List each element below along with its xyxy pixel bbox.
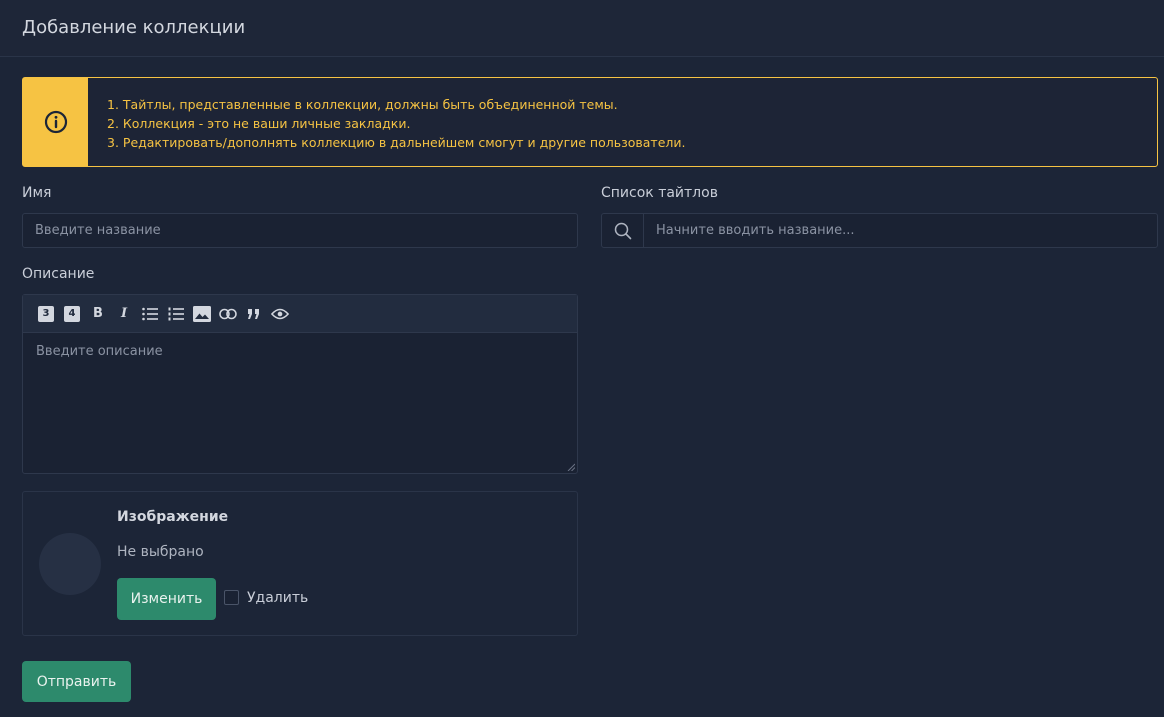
heading-4-button[interactable]: 4 xyxy=(63,305,81,323)
link-button[interactable] xyxy=(219,305,237,323)
page-title: Добавление коллекции xyxy=(22,17,246,38)
image-title: Изображение xyxy=(117,509,229,525)
name-label: Имя xyxy=(22,185,52,201)
titles-search-input[interactable]: Начните вводить название... xyxy=(656,214,855,247)
bullet-list-icon xyxy=(142,307,158,320)
numbered-list-icon xyxy=(168,307,184,320)
alert-text: 1. Тайтлы, представленные в коллекции, д… xyxy=(107,95,686,152)
alert-line: 3. Редактировать/дополнять коллекцию в д… xyxy=(107,135,686,150)
italic-button[interactable]: I xyxy=(115,305,133,323)
name-input[interactable]: Введите название xyxy=(22,213,578,248)
bold-button[interactable]: B xyxy=(89,305,107,323)
preview-button[interactable] xyxy=(271,305,289,323)
submit-button[interactable]: Отправить xyxy=(22,661,131,702)
alert-line: 1. Тайтлы, представленные в коллекции, д… xyxy=(107,97,618,112)
heading-4-icon: 4 xyxy=(64,305,80,322)
image-icon xyxy=(193,305,211,322)
eye-icon xyxy=(271,308,289,319)
bullet-list-button[interactable] xyxy=(141,305,159,323)
quote-button[interactable] xyxy=(245,305,263,323)
link-icon xyxy=(219,308,237,319)
image-status: Не выбрано xyxy=(117,544,204,560)
image-preview-placeholder xyxy=(39,533,101,595)
alert-icon-panel xyxy=(23,78,88,166)
description-textarea[interactable]: Введите описание xyxy=(36,344,163,359)
info-alert: 1. Тайтлы, представленные в коллекции, д… xyxy=(22,77,1158,167)
description-editor: 3 4 B I Введите описание xyxy=(22,294,578,474)
heading-3-button[interactable]: 3 xyxy=(37,305,55,323)
info-icon xyxy=(44,110,67,134)
search-addon xyxy=(602,214,644,247)
titles-label: Список тайтлов xyxy=(601,185,718,201)
quote-icon xyxy=(248,308,259,319)
change-image-button[interactable]: Изменить xyxy=(117,578,216,620)
delete-image-label[interactable]: Удалить xyxy=(247,590,308,606)
editor-toolbar: 3 4 B I xyxy=(23,295,577,333)
numbered-list-button[interactable] xyxy=(167,305,185,323)
search-icon xyxy=(614,222,631,239)
resize-handle-icon[interactable] xyxy=(567,463,575,471)
image-button[interactable] xyxy=(193,305,211,323)
delete-image-checkbox[interactable] xyxy=(224,590,239,605)
heading-3-icon: 3 xyxy=(38,305,54,322)
titles-search-field[interactable]: Начните вводить название... xyxy=(601,213,1158,248)
alert-line: 2. Коллекция - это не ваши личные заклад… xyxy=(107,116,411,131)
description-label: Описание xyxy=(22,266,95,282)
card-header: Добавление коллекции xyxy=(0,0,1164,57)
image-upload-panel: Изображение Не выбрано Изменить Удалить xyxy=(22,491,578,636)
